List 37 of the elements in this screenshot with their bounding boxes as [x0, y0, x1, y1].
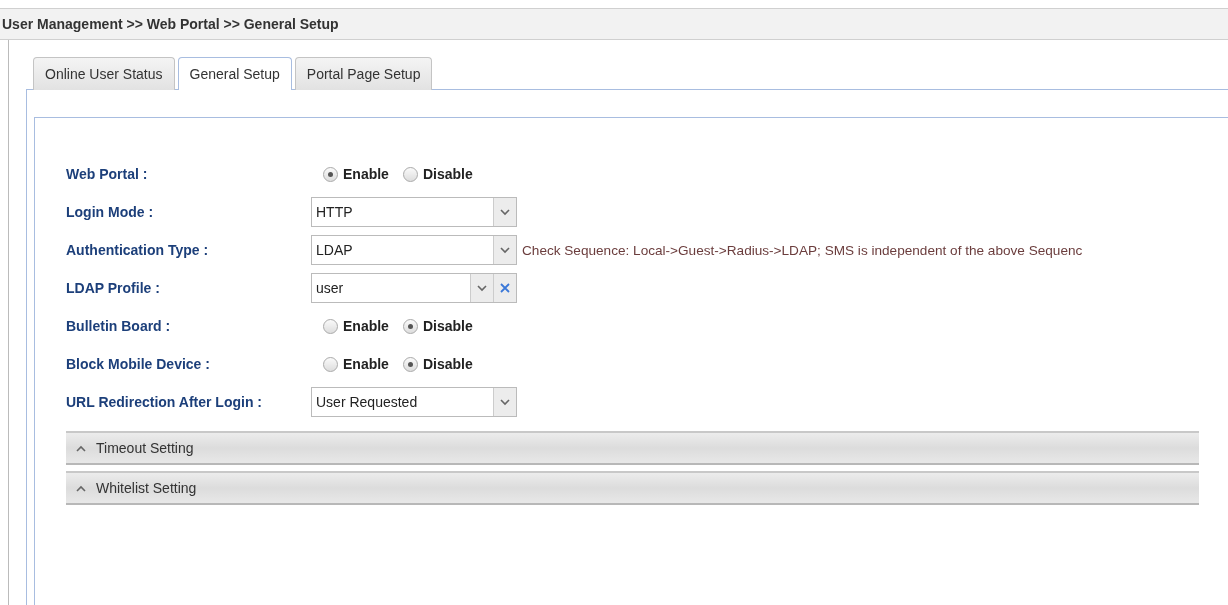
caret-icon: [500, 208, 510, 216]
field-label: Bulletin Board :: [66, 318, 172, 334]
tab[interactable]: Portal Page Setup: [294, 57, 433, 90]
chevron-up-icon: [76, 444, 86, 452]
caret-icon: [477, 284, 487, 292]
radio-button[interactable]: [323, 318, 338, 334]
radio-label[interactable]: Disable: [422, 356, 473, 372]
chevron-up-icon: [76, 484, 86, 492]
section-header[interactable]: Whitelist Setting: [66, 471, 1199, 505]
radio-button[interactable]: [402, 356, 418, 372]
dropdown[interactable]: HTTP: [311, 197, 517, 227]
caret-icon: [500, 246, 510, 254]
radio-label[interactable]: Disable: [422, 166, 473, 182]
radio-button[interactable]: [323, 166, 338, 182]
section-header[interactable]: Timeout Setting: [66, 431, 1199, 465]
field-label: Login Mode :: [66, 204, 155, 220]
dropdown[interactable]: LDAP: [311, 235, 517, 265]
radio-label[interactable]: Disable: [422, 318, 473, 334]
caret-icon: [500, 398, 510, 406]
radio-label[interactable]: Enable: [343, 166, 389, 182]
close-icon[interactable]: [500, 283, 510, 293]
breadcrumb: User Management >> Web Portal >> General Setup: [0, 8, 1228, 40]
field-label: URL Redirection After Login :: [66, 394, 263, 410]
tab[interactable]: Online User Status: [33, 57, 175, 90]
hint-text: Check Sequence: Local->Guest->Radius->LDAP; SMS is independent of the above Sequenc: [522, 242, 1083, 258]
radio-button[interactable]: [402, 318, 418, 334]
tab[interactable]: General Setup: [177, 57, 292, 90]
dropdown[interactable]: User Requested: [311, 387, 517, 417]
radio-button[interactable]: [323, 356, 338, 372]
radio-button[interactable]: [402, 166, 418, 182]
field-label: Web Portal :: [66, 166, 149, 182]
field-label: Block Mobile Device :: [66, 356, 211, 372]
radio-label[interactable]: Enable: [343, 318, 389, 334]
radio-label[interactable]: Enable: [343, 356, 389, 372]
field-label: LDAP Profile :: [66, 280, 161, 296]
field-label: Authentication Type :: [66, 242, 210, 258]
dropdown[interactable]: user: [311, 273, 517, 303]
